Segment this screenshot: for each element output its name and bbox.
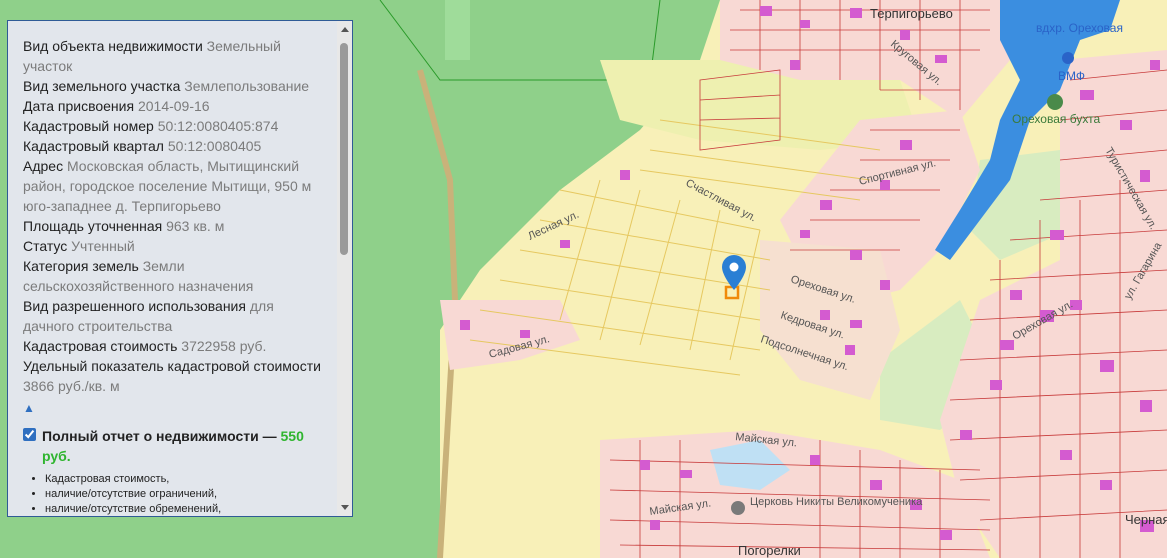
property-value: Землепользование xyxy=(184,78,310,94)
property-label: Кадастровый номер xyxy=(23,118,154,134)
property-row: Дата присвоения 2014-09-16 xyxy=(23,96,323,116)
property-value: Московская область, Мытищинский район, г… xyxy=(23,158,312,214)
property-label: Вид разрешенного использования xyxy=(23,298,246,314)
church-icon[interactable] xyxy=(731,501,745,515)
poi-church: Церковь Никиты Великомученика xyxy=(750,496,923,508)
property-label: Категория земель xyxy=(23,258,139,274)
property-label: Вид объекта недвижимости xyxy=(23,38,203,54)
property-row: Вид разрешенного использования для дачно… xyxy=(23,296,323,336)
property-value: 50:12:0080405 xyxy=(167,138,262,154)
property-row: Удельный показатель кадастровой стоимост… xyxy=(23,356,323,396)
poi-orekhovaya-bukhta: Ореховая бухта xyxy=(1012,112,1101,126)
report-contents-list: Кадастровая стоимость, наличие/отсутстви… xyxy=(23,472,323,516)
property-row: Статус Учтенный xyxy=(23,236,323,256)
place-pogorelki: Погорелки xyxy=(738,543,801,558)
collapse-arrow-icon[interactable]: ▲ xyxy=(23,398,323,418)
property-value: 963 кв. м xyxy=(166,218,225,234)
property-value: 50:12:0080405:874 xyxy=(157,118,279,134)
report-item: Кадастровая стоимость, xyxy=(45,472,323,487)
property-row: Кадастровый квартал 50:12:0080405 xyxy=(23,136,323,156)
property-row: Адрес Московская область, Мытищинский ра… xyxy=(23,156,323,216)
property-info-panel: Вид объекта недвижимости Земельный участ… xyxy=(7,20,353,517)
property-row: Вид объекта недвижимости Земельный участ… xyxy=(23,36,323,76)
property-row: Площадь уточненная 963 кв. м xyxy=(23,216,323,236)
property-row: Вид земельного участка Землепользование xyxy=(23,76,323,96)
report-item: наличие/отсутствие обременений, xyxy=(45,502,323,516)
property-value: 3866 руб./кв. м xyxy=(23,378,120,394)
park-icon[interactable] xyxy=(1047,94,1063,110)
property-value: 2014-09-16 xyxy=(137,98,210,114)
full-report-checkbox[interactable] xyxy=(23,428,36,441)
property-row: Категория земель Земли сельскохозяйствен… xyxy=(23,256,323,296)
property-label: Удельный показатель кадастровой стоимост… xyxy=(23,358,321,374)
full-report-label: Полный отчет о недвижимости — 550 руб. xyxy=(42,426,323,466)
scroll-up-arrow-icon[interactable] xyxy=(341,27,349,32)
property-value: Учтенный xyxy=(71,238,135,254)
property-value: 3722958 руб. xyxy=(181,338,267,354)
poi-vmf: ВМФ xyxy=(1058,69,1085,83)
place-chernaya: Черная xyxy=(1125,512,1167,527)
property-label: Дата присвоения xyxy=(23,98,135,114)
scroll-thumb[interactable] xyxy=(340,43,348,255)
full-report-option[interactable]: Полный отчет о недвижимости — 550 руб. xyxy=(23,426,323,466)
property-rows: Вид объекта недвижимости Земельный участ… xyxy=(23,36,323,396)
property-label: Площадь уточненная xyxy=(23,218,163,234)
location-marker-dot xyxy=(729,262,739,272)
water-label: вдхр. Ореховая xyxy=(1036,21,1123,35)
property-label: Кадастровая стоимость xyxy=(23,338,178,354)
property-label: Адрес xyxy=(23,158,64,174)
property-label: Вид земельного участка xyxy=(23,78,181,94)
full-report-title: Полный отчет о недвижимости — xyxy=(42,428,277,444)
vmf-icon[interactable] xyxy=(1062,52,1074,64)
panel-scrollbar[interactable] xyxy=(337,21,352,516)
forest-clearing xyxy=(445,0,470,60)
scroll-down-arrow-icon[interactable] xyxy=(341,505,349,510)
place-terpigorevo: Терпигорьево xyxy=(870,6,953,21)
property-row: Кадастровый номер 50:12:0080405:874 xyxy=(23,116,323,136)
property-label: Кадастровый квартал xyxy=(23,138,164,154)
report-item: наличие/отсутствие ограничений, xyxy=(45,487,323,502)
panel-content: Вид объекта недвижимости Земельный участ… xyxy=(23,36,323,516)
property-label: Статус xyxy=(23,238,68,254)
property-row: Кадастровая стоимость 3722958 руб. xyxy=(23,336,323,356)
